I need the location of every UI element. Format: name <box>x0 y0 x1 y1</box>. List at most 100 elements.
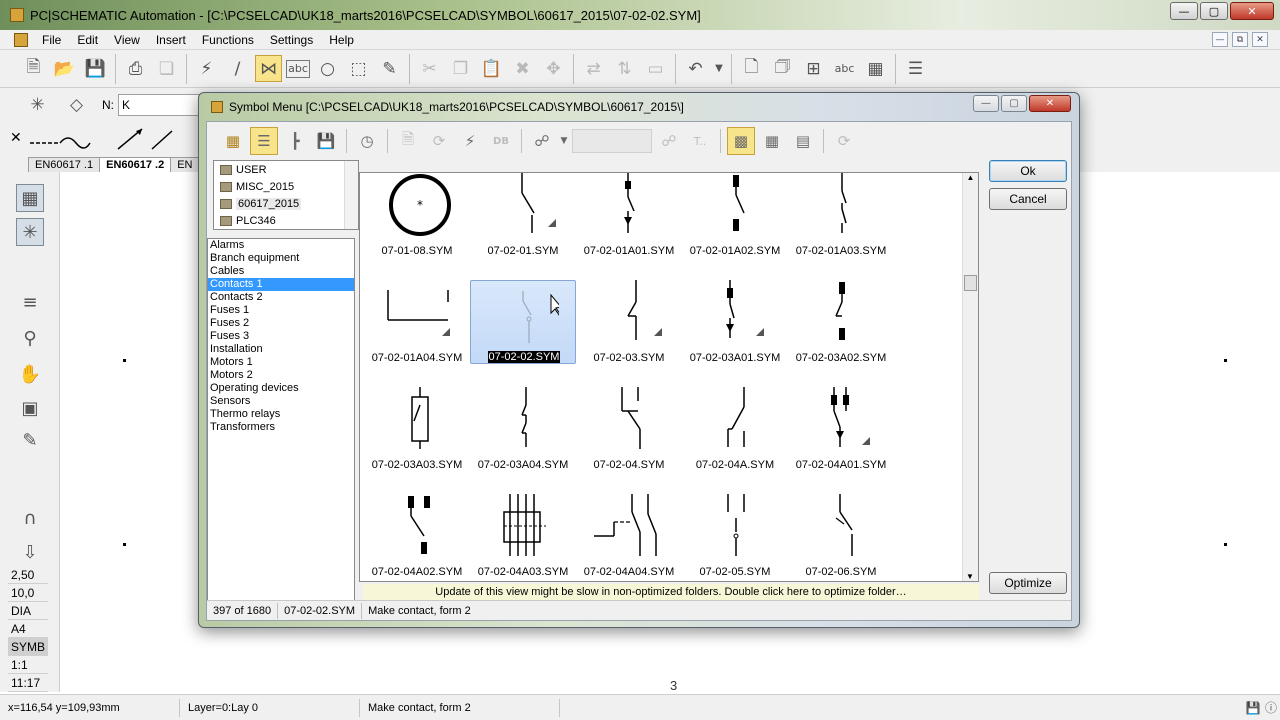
pan-hand-icon[interactable]: ✋ <box>16 360 44 388</box>
spellcheck-icon[interactable]: abc <box>831 55 858 82</box>
minimize-icon[interactable]: — <box>1170 2 1198 20</box>
print-icon[interactable]: ⎙ <box>122 55 149 82</box>
doc-close-icon[interactable]: ✕ <box>1252 32 1268 47</box>
symbol-item[interactable]: 07-02-02.SYM <box>470 280 576 364</box>
line-style-icon[interactable] <box>28 125 108 151</box>
doc-restore-icon[interactable]: ⧉ <box>1232 32 1248 47</box>
paste-icon[interactable]: 📋 <box>478 55 505 82</box>
tab-en60617-2[interactable]: EN60617 .2 <box>99 157 172 172</box>
menu-insert[interactable]: Insert <box>148 33 194 47</box>
menu-edit[interactable]: Edit <box>69 33 106 47</box>
mirror-icon[interactable]: ⇄ <box>580 55 607 82</box>
dialog-maximize-icon[interactable]: ▢ <box>1001 95 1027 112</box>
close-icon[interactable]: ✕ <box>1230 2 1274 20</box>
cut-icon[interactable]: ✂ <box>416 55 443 82</box>
menu-file[interactable]: File <box>34 33 69 47</box>
scroll-thumb[interactable] <box>964 275 977 291</box>
menu-help[interactable]: Help <box>321 33 362 47</box>
save-symbol-icon[interactable]: 💾 <box>312 127 340 155</box>
scale-item[interactable]: SYMB <box>8 638 48 656</box>
list-icon[interactable]: ☰ <box>902 55 929 82</box>
delete-icon[interactable]: ✖ <box>509 55 536 82</box>
sync-icon[interactable]: ⟳ <box>830 127 858 155</box>
frame-icon[interactable]: ▭ <box>642 55 669 82</box>
category-item[interactable]: Contacts 1 <box>208 278 354 291</box>
symbol-item[interactable]: 07-02-03.SYM <box>576 280 682 364</box>
arrow-icon[interactable] <box>114 125 174 151</box>
symbol-mode-icon[interactable]: ⋈ <box>255 55 282 82</box>
copy-icon[interactable]: ❐ <box>447 55 474 82</box>
category-item[interactable]: Installation <box>208 343 354 356</box>
dialog-minimize-icon[interactable]: — <box>973 95 999 112</box>
scale-item[interactable]: 1:1 <box>8 656 48 674</box>
snap-icon[interactable]: ✳ <box>16 218 44 246</box>
tab-en60617-1[interactable]: EN60617 .1 <box>28 157 101 172</box>
large-icons-view-icon[interactable]: ▩ <box>727 127 755 155</box>
zoom-icon[interactable]: ⚲ <box>16 324 44 352</box>
folder-misc-2015[interactable]: MISC_2015 <box>214 178 358 195</box>
folder-user[interactable]: USER <box>214 161 358 178</box>
undo-icon[interactable]: ↶ <box>682 55 709 82</box>
search-dropdown-icon[interactable]: ▼ <box>559 127 569 155</box>
tree-view-icon[interactable]: ┣ <box>281 127 309 155</box>
symbol-item[interactable]: 07-02-04A04.SYM <box>576 494 682 578</box>
move-icon[interactable]: ✥ <box>540 55 567 82</box>
folder-60617-2015[interactable]: 60617_2015 <box>214 195 358 212</box>
symbol-item[interactable]: 07-02-03A04.SYM <box>470 387 576 471</box>
text-search-icon[interactable]: T.. <box>686 127 714 155</box>
text-icon[interactable]: abc <box>286 59 310 78</box>
pencil-icon[interactable]: ✎ <box>376 55 403 82</box>
optimize-button[interactable]: Optimize <box>989 572 1067 594</box>
grid-icon[interactable]: ▦ <box>16 184 44 212</box>
edit-view-icon[interactable]: ✎ <box>16 426 44 454</box>
category-item[interactable]: Contacts 2 <box>208 291 354 304</box>
help-status-icon[interactable]: ⓘ <box>1262 699 1280 717</box>
new-symbol-icon[interactable]: 🗎 <box>394 127 422 155</box>
scale-item[interactable]: 11:17 <box>8 674 48 692</box>
symbol-item[interactable]: 07-02-06.SYM <box>788 494 894 578</box>
close-toolbar-icon[interactable]: ✕ <box>10 130 22 146</box>
symbol-item[interactable]: 07-02-01A01.SYM <box>576 173 682 257</box>
category-item[interactable]: Motors 1 <box>208 356 354 369</box>
ok-button[interactable]: Ok <box>989 160 1067 182</box>
tab-en[interactable]: EN <box>170 157 200 172</box>
symbol-item[interactable]: 07-02-04.SYM <box>576 387 682 471</box>
scale-item[interactable]: A4 <box>8 620 48 638</box>
name-input[interactable] <box>118 94 210 116</box>
asterisk-icon[interactable]: ✳ <box>24 92 51 119</box>
category-item[interactable]: Operating devices <box>208 382 354 395</box>
category-item[interactable]: Fuses 2 <box>208 317 354 330</box>
magnet-icon[interactable]: ∩ <box>16 504 44 532</box>
new-file-icon[interactable]: 🗎 <box>20 55 47 82</box>
history-icon[interactable]: ◷ <box>353 127 381 155</box>
doc-minimize-icon[interactable]: — <box>1212 32 1228 47</box>
category-item[interactable]: Alarms <box>208 239 354 252</box>
scale-item[interactable]: 2,50 <box>8 566 48 584</box>
scale-item[interactable]: 10,0 <box>8 584 48 602</box>
list-details-icon[interactable]: ▤ <box>789 127 817 155</box>
component-icon[interactable]: ▦ <box>862 55 889 82</box>
folder-tree-scrollbar[interactable] <box>344 161 358 229</box>
category-item[interactable]: Transformers <box>208 421 354 434</box>
align-icon[interactable]: ≡ <box>16 288 44 316</box>
insert-page-icon[interactable]: ⊞ <box>800 55 827 82</box>
symbol-item[interactable]: * 07-01-08.SYM <box>364 173 470 257</box>
dialog-close-icon[interactable]: ✕ <box>1029 95 1071 112</box>
category-item[interactable]: Motors 2 <box>208 369 354 382</box>
symbol-item[interactable]: 07-02-04A.SYM <box>682 387 788 471</box>
circle-icon[interactable]: ○ <box>314 55 341 82</box>
list-view-icon[interactable]: ☰ <box>250 127 278 155</box>
refresh-symbol-icon[interactable]: ⟳ <box>425 127 453 155</box>
symbol-item[interactable]: 07-02-03A01.SYM <box>682 280 788 364</box>
category-item[interactable]: Branch equipment <box>208 252 354 265</box>
symbol-item[interactable]: 07-02-03A03.SYM <box>364 387 470 471</box>
symbol-item[interactable]: 07-02-01A02.SYM <box>682 173 788 257</box>
optimize-message[interactable]: Update of this view might be slow in non… <box>363 584 979 600</box>
open-file-icon[interactable]: 📂 <box>51 55 78 82</box>
menu-functions[interactable]: Functions <box>194 33 262 47</box>
document-icon[interactable] <box>14 32 28 47</box>
category-item[interactable]: Fuses 1 <box>208 304 354 317</box>
category-item[interactable]: Thermo relays <box>208 408 354 421</box>
collapse-icon[interactable]: ⇩ <box>16 538 44 566</box>
symbol-item[interactable]: 07-02-04A03.SYM <box>470 494 576 578</box>
